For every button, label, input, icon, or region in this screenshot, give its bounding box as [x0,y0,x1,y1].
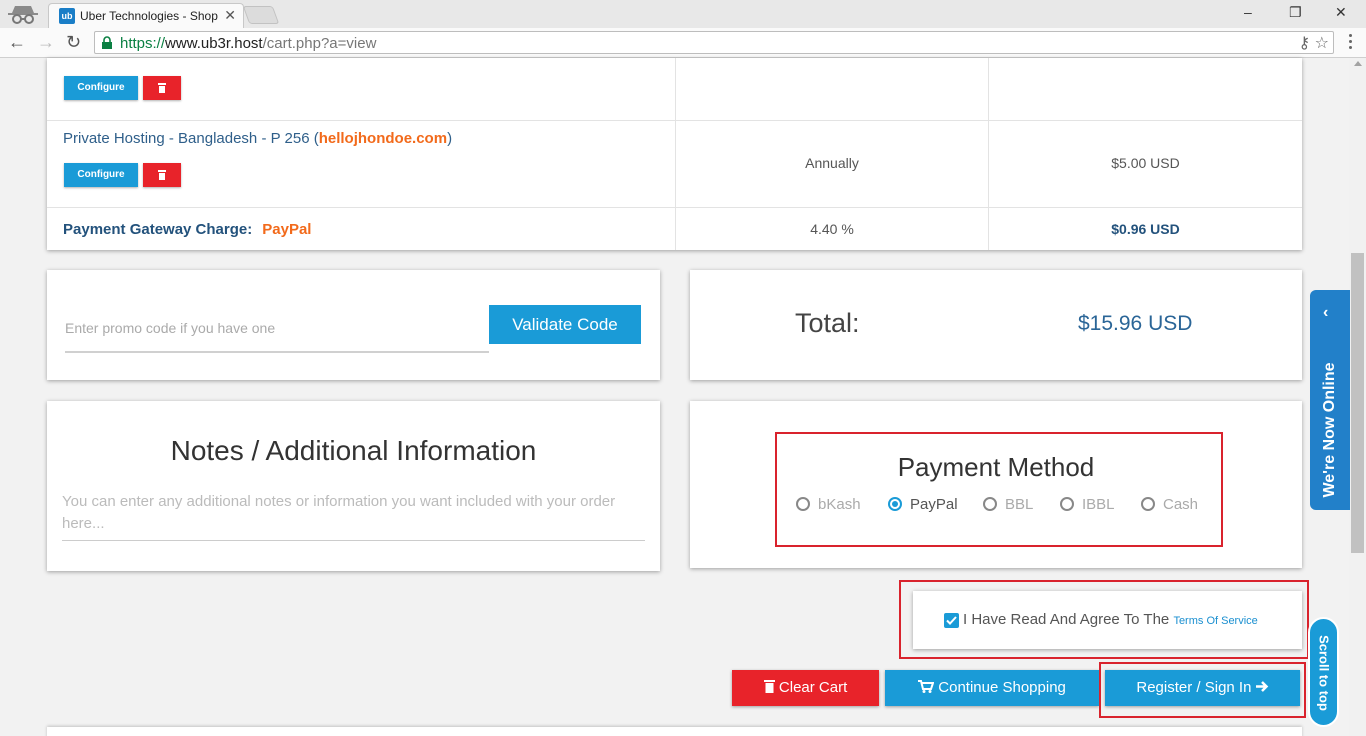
reload-icon[interactable]: ↻ [66,32,81,53]
table-row: Private Hosting - Bangladesh - P 256 (he… [47,121,1302,208]
promo-code-panel: Validate Code [47,270,660,380]
highlight-register [1099,662,1306,718]
browser-toolbar: ← → ↻ https://www.ub3r.host/cart.php?a=v… [0,28,1366,58]
tab-title: Uber Technologies - Shop [80,9,218,23]
scroll-to-top-button[interactable]: Scroll to top [1308,617,1339,727]
site-favicon-icon: ub [59,8,75,24]
browser-menu-icon[interactable] [1343,34,1357,52]
page-scrollbar[interactable] [1349,58,1366,736]
browser-tab-active[interactable]: ub Uber Technologies - Shop ✕ [48,3,244,28]
trash-icon [763,680,775,693]
trash-icon [158,170,166,180]
tab-close-icon[interactable]: ✕ [224,7,236,24]
order-total-panel: Total: $15.96 USD [690,270,1302,380]
configure-button[interactable]: Configure [64,76,138,100]
bookmark-star-icon[interactable]: ☆ [1315,35,1329,52]
url-text: https://www.ub3r.host/cart.php?a=view [120,35,377,52]
product-domain: hellojhondoe.com [318,130,448,147]
browser-tab-bar: ub Uber Technologies - Shop ✕ – ❐ ✕ [0,0,1366,28]
continue-shopping-button[interactable]: Continue Shopping [885,670,1099,706]
scroll-thumb[interactable] [1351,253,1364,553]
table-row: Configure [47,58,1302,121]
chevron-left-icon: ‹ [1323,304,1329,321]
promo-code-input[interactable] [65,305,489,353]
minimize-icon[interactable]: – [1244,4,1252,20]
window-close-icon[interactable]: ✕ [1335,4,1347,21]
configure-button[interactable]: Configure [64,163,138,187]
total-label: Total: [795,308,860,338]
key-icon[interactable]: ⚷ [1298,35,1310,52]
delete-item-button[interactable] [143,76,181,100]
trash-icon [158,83,166,93]
scroll-to-top-label: Scroll to top [1316,635,1332,711]
address-bar[interactable]: https://www.ub3r.host/cart.php?a=view ⚷ … [94,31,1334,54]
notes-panel: Notes / Additional Information [47,401,660,571]
total-value: $15.96 USD [1078,312,1193,335]
gateway-label: Payment Gateway Charge: [63,221,253,238]
gateway-amount: $0.96 USD [1111,221,1180,237]
scroll-up-arrow-icon[interactable] [1354,61,1362,66]
notes-textarea[interactable] [62,491,645,541]
gateway-name: PayPal [262,221,312,238]
gateway-rate: 4.40 % [810,221,854,237]
gateway-row: Payment Gateway Charge: PayPal 4.40 % $0.… [47,208,1302,250]
clear-cart-button[interactable]: Clear Cart [732,670,879,706]
notes-title: Notes / Additional Information [170,435,537,466]
back-arrow-icon[interactable]: ← [8,32,26,53]
shopping-cart-icon [918,680,935,693]
item-price: $5.00 USD [1111,155,1180,171]
highlight-payment-method [775,432,1223,547]
cart-table: Configure Private Hosting - Bangladesh -… [47,58,1302,250]
validate-code-button[interactable]: Validate Code [489,305,641,344]
new-tab-button[interactable] [242,6,280,24]
forward-arrow-icon[interactable]: → [37,32,55,53]
delete-item-button[interactable] [143,163,181,187]
live-chat-label: We're Now Online [1321,362,1338,498]
billing-cycle: Annually [805,155,859,171]
highlight-tos [899,580,1309,659]
next-section-card [47,727,1302,736]
product-name: Private Hosting - Bangladesh - P 256 (he… [63,130,453,147]
maximize-icon[interactable]: ❐ [1289,4,1302,21]
live-chat-tab[interactable]: ‹ We're Now Online [1310,290,1350,510]
incognito-icon [8,6,38,24]
lock-icon [102,36,112,49]
